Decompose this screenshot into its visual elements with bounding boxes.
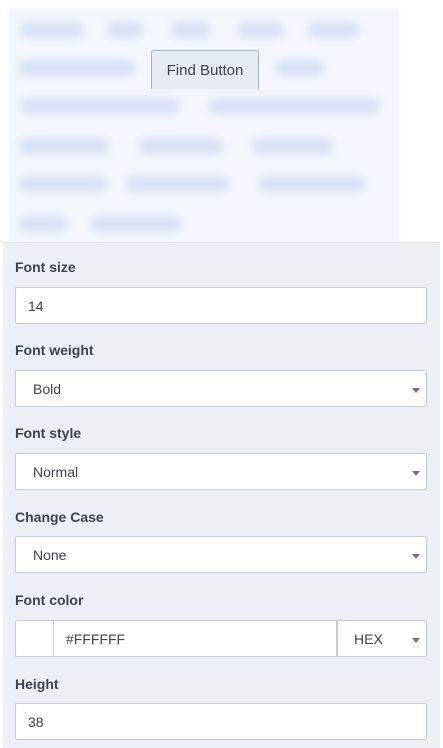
blurred-item (106, 22, 144, 38)
font-style-value: Normal (33, 463, 79, 480)
change-case-value: None (33, 546, 67, 563)
color-hex-input[interactable]: #FFFFFF (53, 620, 337, 657)
color-format-select[interactable]: HEX (337, 620, 427, 657)
blurred-item (208, 98, 380, 114)
height-input[interactable]: 38 (15, 703, 427, 740)
color-format-value: HEX (354, 630, 383, 647)
blurred-item (18, 216, 68, 232)
height-value: 38 (28, 713, 44, 730)
blurred-item (20, 22, 84, 38)
blurred-item (18, 60, 136, 76)
color-hex-value: #FFFFFF (66, 630, 126, 647)
blurred-item (138, 138, 224, 154)
blurred-item (20, 98, 180, 114)
blurred-item (252, 138, 334, 154)
blurred-item (238, 22, 284, 38)
font-color-control: #FFFFFF HEX (15, 620, 427, 657)
blurred-item (18, 138, 110, 154)
font-size-value: 14 (28, 297, 44, 314)
find-button-tab[interactable]: Find Button (151, 50, 259, 89)
font-style-select[interactable]: Normal (15, 453, 427, 490)
blurred-item (276, 60, 324, 76)
blurred-item (18, 176, 108, 192)
color-swatch[interactable] (15, 620, 54, 657)
font-weight-value: Bold (33, 380, 62, 397)
blurred-preview-background (8, 8, 400, 242)
blurred-item (170, 22, 210, 38)
typography-settings-panel: Font size 14 Font weight Bold Font style… (3, 242, 440, 748)
change-case-select[interactable]: None (15, 536, 427, 573)
chevron-down-icon (412, 388, 420, 393)
font-size-label: Font size (15, 259, 76, 275)
font-weight-label: Font weight (15, 342, 94, 358)
blurred-item (126, 176, 230, 192)
font-size-input[interactable]: 14 (15, 287, 427, 324)
font-weight-select[interactable]: Bold (15, 370, 427, 407)
height-label: Height (15, 676, 59, 692)
widget-style-editor: Find Button Font size 14 Font weight Bol… (0, 0, 443, 748)
font-style-label: Font style (15, 425, 82, 441)
blurred-item (90, 216, 182, 232)
button-preview: Find Button (0, 0, 443, 242)
change-case-label: Change Case (15, 509, 104, 525)
font-color-label: Font color (15, 592, 84, 608)
blurred-item (258, 176, 366, 192)
chevron-down-icon (412, 471, 420, 476)
blurred-item (308, 22, 360, 38)
chevron-down-icon (412, 638, 420, 643)
chevron-down-icon (412, 554, 420, 559)
